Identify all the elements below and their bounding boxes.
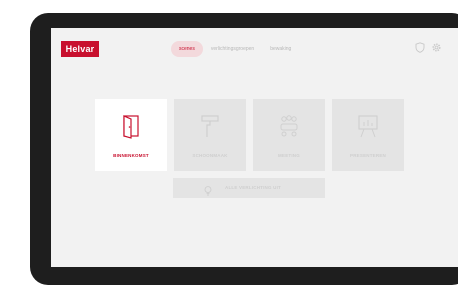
helvar-logo: Helvar xyxy=(61,41,99,57)
main-tabs: scenes verlichtingsgroepen bewaking xyxy=(171,41,299,57)
scene-tile-presenteren[interactable]: PRESENTEREN xyxy=(332,99,404,171)
scene-label: SCHOONMAAK xyxy=(192,153,228,158)
tab-scenes[interactable]: scenes xyxy=(171,41,203,57)
scene-label: BINNENKOMST xyxy=(113,153,149,158)
door-icon xyxy=(95,113,167,139)
paint-roller-icon xyxy=(174,113,246,139)
shield-icon[interactable] xyxy=(415,42,425,53)
top-bar: Helvar scenes verlichtingsgroepen bewaki… xyxy=(51,28,458,72)
all-lights-off-button[interactable]: ALLE VERLICHTING UIT xyxy=(173,178,325,198)
scene-tile-binnenkomst[interactable]: BINNENKOMST xyxy=(95,99,167,171)
scene-label: PRESENTEREN xyxy=(350,153,386,158)
scene-label: MEETING xyxy=(278,153,300,158)
app-screen: Helvar scenes verlichtingsgroepen bewaki… xyxy=(51,28,458,267)
all-lights-off-label: ALLE VERLICHTING UIT xyxy=(225,185,281,190)
meeting-icon xyxy=(253,113,325,139)
presentation-board-icon xyxy=(332,113,404,139)
top-icons xyxy=(415,42,442,53)
scene-tile-schoonmaak[interactable]: SCHOONMAAK xyxy=(174,99,246,171)
tab-verlichtingsgroepen[interactable]: verlichtingsgroepen xyxy=(203,41,262,57)
scene-tile-meeting[interactable]: MEETING xyxy=(253,99,325,171)
lightbulb-icon xyxy=(204,183,212,201)
tab-bewaking[interactable]: bewaking xyxy=(262,41,299,57)
gear-icon[interactable] xyxy=(431,42,442,53)
